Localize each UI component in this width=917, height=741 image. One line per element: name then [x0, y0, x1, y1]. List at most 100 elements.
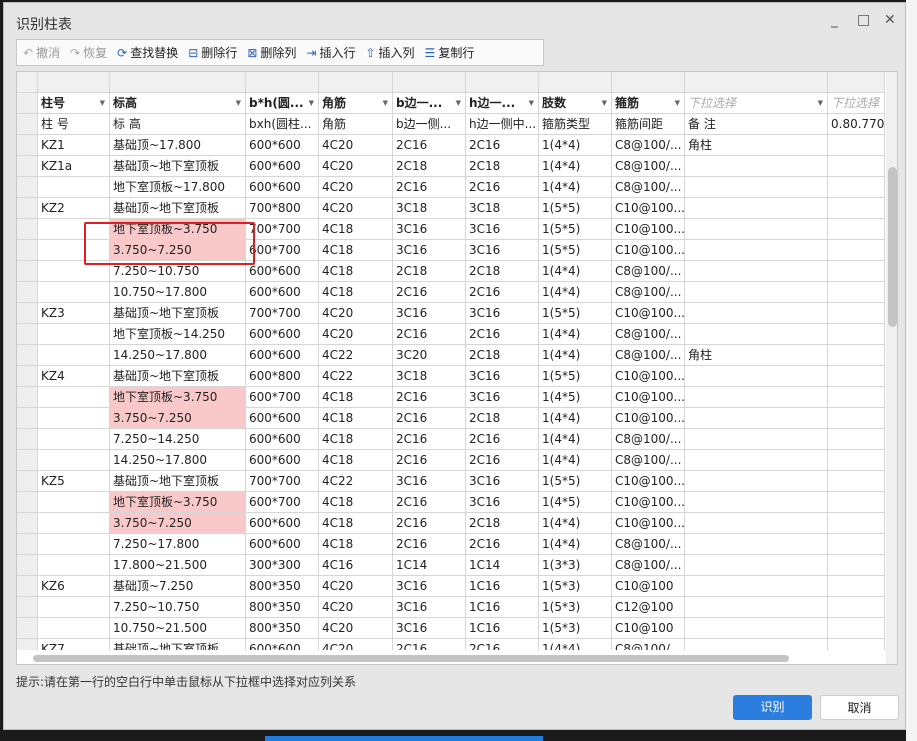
- h-side-bar-cell[interactable]: 2C18: [466, 408, 539, 429]
- note-cell[interactable]: [685, 513, 828, 534]
- row-header[interactable]: [17, 492, 38, 513]
- recognize-button[interactable]: 识别: [733, 695, 812, 720]
- extra-cell[interactable]: [828, 597, 885, 618]
- section-cell[interactable]: 600*600: [246, 513, 319, 534]
- extra-cell[interactable]: [828, 261, 885, 282]
- h-side-bar-cell[interactable]: 2C16: [466, 282, 539, 303]
- extra-cell[interactable]: [828, 492, 885, 513]
- h-side-bar-cell[interactable]: 2C16: [466, 177, 539, 198]
- corner-bar-cell[interactable]: 角筋: [319, 114, 393, 135]
- row-header[interactable]: [17, 387, 38, 408]
- b-side-bar-cell[interactable]: 2C18: [393, 261, 466, 282]
- legs-cell[interactable]: 1(5*5): [539, 240, 612, 261]
- corner-bar-cell[interactable]: 4C22: [319, 345, 393, 366]
- stirrup-cell[interactable]: C10@100...: [612, 198, 685, 219]
- column-id-cell[interactable]: KZ3: [38, 303, 110, 324]
- section-cell[interactable]: 800*350: [246, 618, 319, 639]
- elevation-cell[interactable]: 7.250~14.250: [110, 429, 246, 450]
- corner-bar-cell[interactable]: 4C20: [319, 576, 393, 597]
- extra-cell[interactable]: [828, 366, 885, 387]
- section-cell[interactable]: 600*600: [246, 135, 319, 156]
- row-header[interactable]: [17, 576, 38, 597]
- toolbar-delete-column-button[interactable]: ⊠ 删除列: [247, 44, 296, 61]
- column-id-cell[interactable]: [38, 387, 110, 408]
- extra-cell[interactable]: [828, 471, 885, 492]
- column-id-cell[interactable]: KZ1a: [38, 156, 110, 177]
- row-header[interactable]: [17, 114, 38, 135]
- row-header[interactable]: [17, 513, 38, 534]
- b-side-bar-cell[interactable]: 2C16: [393, 534, 466, 555]
- row-header[interactable]: [17, 618, 38, 639]
- row-header[interactable]: [17, 450, 38, 471]
- extra-cell[interactable]: [828, 618, 885, 639]
- extra-cell[interactable]: [828, 429, 885, 450]
- note-cell[interactable]: [685, 198, 828, 219]
- elevation-cell[interactable]: 标 高: [110, 114, 246, 135]
- section-cell[interactable]: 600*600: [246, 156, 319, 177]
- b-side-bar-cell[interactable]: 2C16: [393, 135, 466, 156]
- horizontal-scrollbar[interactable]: [17, 650, 886, 664]
- elevation-cell[interactable]: 3.750~7.250: [110, 513, 246, 534]
- stirrup-cell[interactable]: 箍筋间距: [612, 114, 685, 135]
- column-id-cell[interactable]: [38, 408, 110, 429]
- h-side-bar-cell[interactable]: 3C18: [466, 198, 539, 219]
- column-id-cell[interactable]: [38, 492, 110, 513]
- legs-cell[interactable]: 箍筋类型: [539, 114, 612, 135]
- legs-cell[interactable]: 1(4*4): [539, 450, 612, 471]
- mapping-dropdown-section[interactable]: b*h(圆... ▼: [246, 93, 319, 114]
- legs-cell[interactable]: 1(4*4): [539, 534, 612, 555]
- extra-cell[interactable]: [828, 555, 885, 576]
- corner-bar-cell[interactable]: 4C18: [319, 240, 393, 261]
- legs-cell[interactable]: 1(4*5): [539, 387, 612, 408]
- row-header[interactable]: [17, 177, 38, 198]
- elevation-cell[interactable]: 基础顶~地下室顶板: [110, 156, 246, 177]
- h-side-bar-cell[interactable]: 2C16: [466, 324, 539, 345]
- extra-cell[interactable]: [828, 450, 885, 471]
- b-side-bar-cell[interactable]: 3C20: [393, 345, 466, 366]
- section-cell[interactable]: 600*600: [246, 408, 319, 429]
- column-id-cell[interactable]: [38, 72, 110, 93]
- corner-bar-cell[interactable]: 4C20: [319, 198, 393, 219]
- extra-cell[interactable]: [828, 282, 885, 303]
- section-cell[interactable]: 600*700: [246, 240, 319, 261]
- h-side-bar-cell[interactable]: 2C16: [466, 429, 539, 450]
- extra-cell[interactable]: [828, 303, 885, 324]
- taskbar-item[interactable]: [265, 736, 543, 741]
- corner-bar-cell[interactable]: 4C20: [319, 177, 393, 198]
- section-cell[interactable]: bxh(圆柱...: [246, 114, 319, 135]
- note-cell[interactable]: [685, 303, 828, 324]
- note-cell[interactable]: [685, 408, 828, 429]
- legs-cell[interactable]: 1(4*5): [539, 492, 612, 513]
- section-cell[interactable]: 600*600: [246, 345, 319, 366]
- h-side-bar-cell[interactable]: 3C16: [466, 219, 539, 240]
- row-header[interactable]: [17, 135, 38, 156]
- note-cell[interactable]: [685, 72, 828, 93]
- corner-bar-cell[interactable]: 4C20: [319, 156, 393, 177]
- h-side-bar-cell[interactable]: 1C16: [466, 618, 539, 639]
- note-cell[interactable]: [685, 261, 828, 282]
- row-header[interactable]: [17, 156, 38, 177]
- extra-cell[interactable]: [828, 135, 885, 156]
- b-side-bar-cell[interactable]: 2C16: [393, 387, 466, 408]
- mapping-dropdown-extra[interactable]: 下拉选择: [828, 93, 885, 114]
- elevation-cell[interactable]: 10.750~17.800: [110, 282, 246, 303]
- section-cell[interactable]: 600*600: [246, 261, 319, 282]
- legs-cell[interactable]: 1(5*3): [539, 618, 612, 639]
- section-cell[interactable]: 600*600: [246, 429, 319, 450]
- corner-bar-cell[interactable]: 4C18: [319, 450, 393, 471]
- corner-bar-cell[interactable]: 4C16: [319, 555, 393, 576]
- note-cell[interactable]: [685, 450, 828, 471]
- stirrup-cell[interactable]: [612, 72, 685, 93]
- legs-cell[interactable]: 1(4*4): [539, 345, 612, 366]
- section-cell[interactable]: 800*350: [246, 576, 319, 597]
- stirrup-cell[interactable]: C8@100/...: [612, 261, 685, 282]
- note-cell[interactable]: [685, 555, 828, 576]
- legs-cell[interactable]: 1(3*3): [539, 555, 612, 576]
- row-header[interactable]: [17, 555, 38, 576]
- stirrup-cell[interactable]: C10@100...: [612, 387, 685, 408]
- b-side-bar-cell[interactable]: 2C16: [393, 492, 466, 513]
- stirrup-cell[interactable]: C10@100...: [612, 219, 685, 240]
- elevation-cell[interactable]: 10.750~21.500: [110, 618, 246, 639]
- column-id-cell[interactable]: KZ1: [38, 135, 110, 156]
- b-side-bar-cell[interactable]: 2C16: [393, 408, 466, 429]
